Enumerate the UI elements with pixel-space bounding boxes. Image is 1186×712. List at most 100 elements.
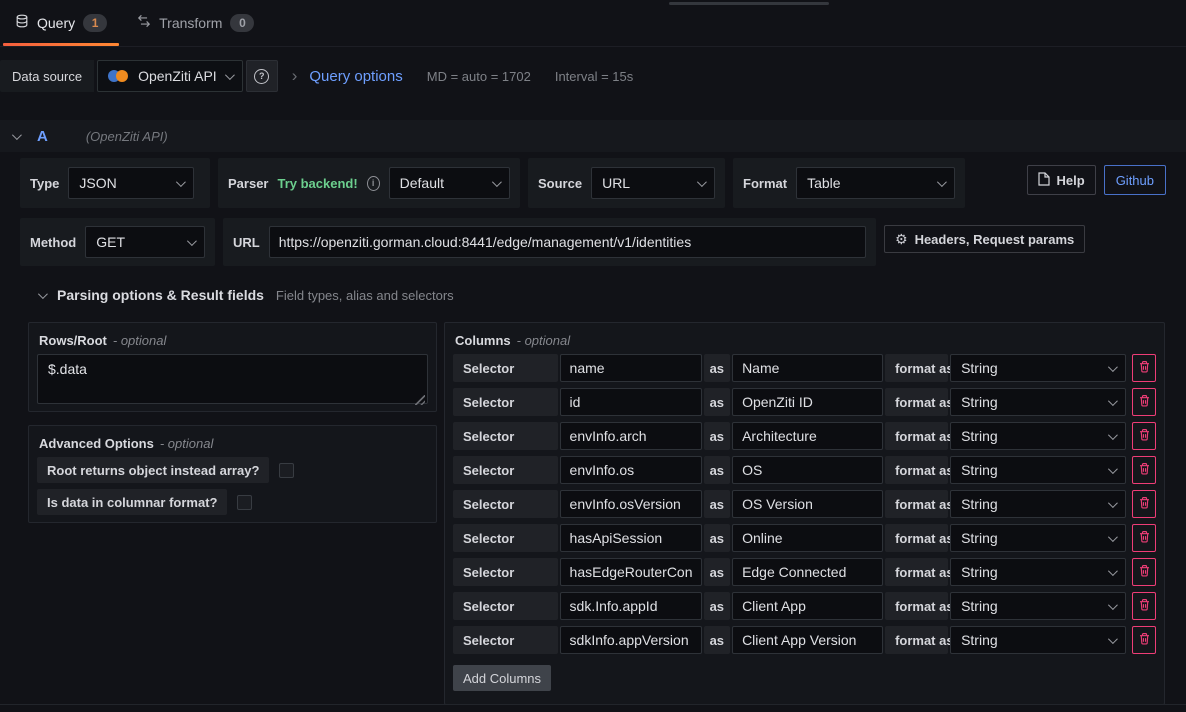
- selector-input[interactable]: [560, 626, 702, 654]
- query-options-link[interactable]: Query options: [309, 68, 402, 85]
- alias-input[interactable]: [732, 626, 883, 654]
- source-field-group: Source URL: [528, 158, 725, 208]
- url-field-group: URL: [223, 218, 876, 266]
- root-returns-object-checkbox[interactable]: [279, 463, 294, 478]
- document-icon: [1038, 172, 1050, 189]
- column-rows: Selector as format as String Selector as…: [453, 354, 1156, 654]
- format-select[interactable]: String: [950, 592, 1126, 620]
- selector-input[interactable]: [560, 558, 702, 586]
- delete-column-button[interactable]: [1132, 490, 1156, 518]
- format-select[interactable]: String: [950, 456, 1126, 484]
- selector-input[interactable]: [560, 524, 702, 552]
- datasource-help-button[interactable]: ?: [246, 60, 278, 92]
- delete-column-button[interactable]: [1132, 558, 1156, 586]
- parser-select[interactable]: Default: [389, 167, 510, 199]
- alias-input[interactable]: [732, 524, 883, 552]
- method-label: Method: [30, 235, 76, 250]
- delete-column-button[interactable]: [1132, 592, 1156, 620]
- transform-icon: [137, 14, 151, 33]
- format-select[interactable]: String: [950, 558, 1126, 586]
- collapse-chevron-icon: [38, 289, 48, 299]
- parsing-options-header[interactable]: Parsing options & Result fields Field ty…: [38, 287, 454, 303]
- column-row: Selector as format as String: [453, 388, 1156, 416]
- selector-input[interactable]: [560, 592, 702, 620]
- advanced-options-optional: - optional: [160, 436, 213, 451]
- alias-input[interactable]: [732, 490, 883, 518]
- format-as-chip-label: format as: [885, 626, 948, 654]
- delete-column-button[interactable]: [1132, 456, 1156, 484]
- url-input[interactable]: [269, 226, 866, 258]
- format-select[interactable]: String: [950, 354, 1126, 382]
- pane-resize-handle[interactable]: [669, 2, 829, 5]
- format-select[interactable]: String: [950, 490, 1126, 518]
- alias-input[interactable]: [732, 456, 883, 484]
- selector-input[interactable]: [560, 354, 702, 382]
- alias-input[interactable]: [732, 354, 883, 382]
- format-select[interactable]: String: [950, 422, 1126, 450]
- help-button[interactable]: Help: [1027, 165, 1096, 195]
- delete-column-button[interactable]: [1132, 388, 1156, 416]
- trash-icon: [1138, 598, 1151, 614]
- rows-root-input[interactable]: $.data: [37, 354, 428, 404]
- alias-input[interactable]: [732, 422, 883, 450]
- tab-transform[interactable]: Transform 0: [122, 0, 269, 46]
- parser-field-group: Parser Try backend! i Default: [218, 158, 520, 208]
- selector-chip-label: Selector: [453, 592, 558, 620]
- selector-input[interactable]: [560, 456, 702, 484]
- datasource-toolbar: Data source OpenZiti API ? › Query optio…: [0, 60, 1186, 92]
- format-select-value: String: [961, 428, 998, 444]
- source-select[interactable]: URL: [591, 167, 715, 199]
- database-icon: [15, 14, 29, 33]
- delete-column-button[interactable]: [1132, 524, 1156, 552]
- github-button[interactable]: Github: [1104, 165, 1166, 195]
- transform-count-badge: 0: [230, 14, 254, 32]
- format-select[interactable]: String: [950, 524, 1126, 552]
- alias-input[interactable]: [732, 592, 883, 620]
- delete-column-button[interactable]: [1132, 354, 1156, 382]
- delete-column-button[interactable]: [1132, 626, 1156, 654]
- headers-request-params-button[interactable]: ⚙ Headers, Request params: [884, 225, 1085, 253]
- method-select[interactable]: GET: [85, 226, 205, 258]
- selector-input[interactable]: [560, 490, 702, 518]
- delete-column-button[interactable]: [1132, 422, 1156, 450]
- as-chip-label: as: [704, 592, 731, 620]
- chevron-down-icon: [1108, 566, 1118, 576]
- column-row: Selector as format as String: [453, 558, 1156, 586]
- trash-icon: [1138, 428, 1151, 444]
- columns-box: Columns - optional Selector as format as…: [444, 322, 1165, 705]
- url-label: URL: [233, 235, 260, 250]
- format-as-chip-label: format as: [885, 592, 948, 620]
- selector-chip-label: Selector: [453, 422, 558, 450]
- type-select[interactable]: JSON: [68, 167, 194, 199]
- alias-input[interactable]: [732, 388, 883, 416]
- format-select[interactable]: String: [950, 388, 1126, 416]
- format-as-chip-label: format as: [885, 354, 948, 382]
- method-select-value: GET: [96, 234, 125, 250]
- chevron-down-icon: [176, 177, 186, 187]
- selector-input[interactable]: [560, 388, 702, 416]
- query-editor-screen: Query 1 Transform 0 Data source OpenZiti…: [0, 0, 1186, 712]
- format-select-value: String: [961, 360, 998, 376]
- textarea-resize-grip[interactable]: [415, 395, 425, 405]
- format-select[interactable]: Table: [796, 167, 955, 199]
- chevron-down-icon: [1108, 396, 1118, 406]
- datasource-label: Data source: [0, 60, 94, 92]
- selector-input[interactable]: [560, 422, 702, 450]
- chevron-down-icon: [1108, 464, 1118, 474]
- try-backend-hint[interactable]: Try backend!: [277, 176, 357, 191]
- query-row-header[interactable]: A (OpenZiti API): [0, 120, 1186, 152]
- datasource-picker[interactable]: OpenZiti API: [97, 60, 243, 92]
- selector-chip-label: Selector: [453, 388, 558, 416]
- type-label: Type: [30, 176, 59, 191]
- editor-row-2: Method GET URL ⚙ Headers, Request params: [20, 218, 1166, 266]
- tab-query[interactable]: Query 1: [0, 0, 122, 46]
- add-columns-button[interactable]: Add Columns: [453, 665, 551, 691]
- format-select[interactable]: String: [950, 626, 1126, 654]
- chevron-down-icon: [225, 70, 235, 80]
- format-as-chip-label: format as: [885, 388, 948, 416]
- rows-root-label-row: Rows/Root - optional: [39, 333, 428, 348]
- columnar-format-checkbox[interactable]: [237, 495, 252, 510]
- source-select-value: URL: [602, 175, 630, 191]
- format-select-value: String: [961, 530, 998, 546]
- alias-input[interactable]: [732, 558, 883, 586]
